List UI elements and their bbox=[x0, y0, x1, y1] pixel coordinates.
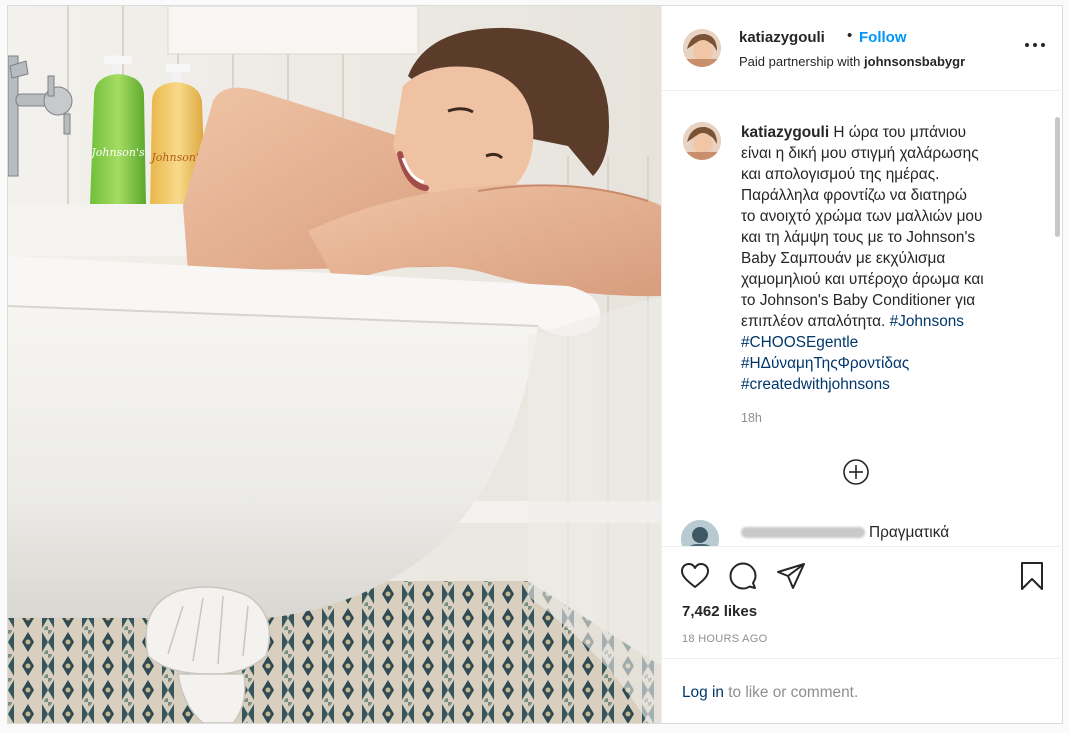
share-icon[interactable] bbox=[776, 561, 806, 591]
post-side-panel: katiazygouli • Follow Paid partnership w… bbox=[661, 6, 1063, 723]
hashtag-link[interactable]: #createdwithjohnsons bbox=[741, 376, 890, 393]
comment-text: Πραγματικά bbox=[869, 524, 950, 541]
caption-line: Baby Σαμπουάν με εκχύλισμα bbox=[741, 250, 946, 267]
caption-line: katiazygouli Η ώρα του μπάνιου bbox=[741, 124, 967, 141]
caption-line: και τη λάμψη τους με το Johnson's bbox=[741, 229, 976, 246]
comment-avatar[interactable] bbox=[681, 520, 719, 546]
caption-line: επιπλέον απαλότητα. #Johnsons bbox=[741, 313, 965, 330]
hashtag-link[interactable]: #CHOOSEgentle bbox=[741, 334, 858, 351]
post-photo[interactable]: Johnson's Johnson's bbox=[8, 6, 661, 723]
post-actions: 7,462 likes 18 HOURS AGO bbox=[662, 546, 1063, 658]
bookmark-icon[interactable] bbox=[1017, 561, 1047, 591]
heart-icon[interactable] bbox=[680, 561, 710, 591]
more-options-icon[interactable] bbox=[1025, 41, 1045, 49]
blurred-username bbox=[741, 527, 865, 539]
caption-line: #ΗΔύναμηΤηςΦροντίδας bbox=[741, 353, 1031, 374]
caption-line: Παράλληλα φροντίζω να διατηρώ bbox=[741, 187, 967, 204]
login-link[interactable]: Log in bbox=[682, 684, 724, 701]
comment-item: Πραγματικά bbox=[741, 524, 949, 542]
partner-link[interactable]: johnsonsbabygr bbox=[864, 54, 965, 69]
username-link[interactable]: katiazygouli bbox=[739, 29, 825, 46]
caption-line: #CHOOSEgentle bbox=[741, 332, 1031, 353]
caption-line: το Johnson's Baby Conditioner για bbox=[741, 292, 976, 309]
load-more-comments-icon[interactable] bbox=[842, 458, 870, 486]
separator-dot: • bbox=[847, 27, 853, 44]
hashtag-link[interactable]: #Johnsons bbox=[890, 313, 964, 330]
bathtub-photo: Johnson's Johnson's bbox=[8, 6, 661, 723]
login-prompt: Log in to like or comment. bbox=[662, 658, 1063, 723]
caption-avatar[interactable] bbox=[683, 122, 721, 160]
login-hint: to like or comment. bbox=[723, 684, 859, 701]
caption-line: #createdwithjohnsons bbox=[741, 374, 1031, 395]
hashtag-link[interactable]: #ΗΔύναμηΤηςΦροντίδας bbox=[741, 355, 909, 372]
avatar[interactable] bbox=[683, 29, 721, 67]
post-caption: katiazygouli Η ώρα του μπάνιου είναι η δ… bbox=[741, 122, 1031, 395]
paid-partnership: Paid partnership with johnsonsbabygr bbox=[739, 54, 965, 69]
comment-icon[interactable] bbox=[728, 561, 758, 591]
svg-text:Johnson's: Johnson's bbox=[89, 146, 145, 159]
caption-time[interactable]: 18h bbox=[741, 411, 762, 425]
post-timestamp[interactable]: 18 HOURS AGO bbox=[682, 633, 768, 645]
partnership-label: Paid partnership with bbox=[739, 54, 861, 69]
comments-scrollbar[interactable] bbox=[1055, 117, 1060, 237]
likes-count[interactable]: 7,462 likes bbox=[682, 603, 757, 620]
caption-username[interactable]: katiazygouli bbox=[741, 124, 829, 141]
comments-area[interactable]: katiazygouli Η ώρα του μπάνιου είναι η δ… bbox=[662, 92, 1063, 546]
caption-line: χαμομηλιού και υπέροχο άρωμα και bbox=[741, 271, 984, 288]
post-modal: Johnson's Johnson's katiazygouli • Follo… bbox=[7, 5, 1063, 724]
caption-line: είναι η δική μου στιγμή χαλάρωσης bbox=[741, 145, 979, 162]
post-header: katiazygouli • Follow Paid partnership w… bbox=[662, 6, 1063, 91]
caption-line: το ανοιχτό χρώμα των μαλλιών μου bbox=[741, 208, 983, 225]
caption-line: και απολογισμού της ημέρας. bbox=[741, 166, 940, 183]
follow-button[interactable]: Follow bbox=[859, 29, 907, 46]
